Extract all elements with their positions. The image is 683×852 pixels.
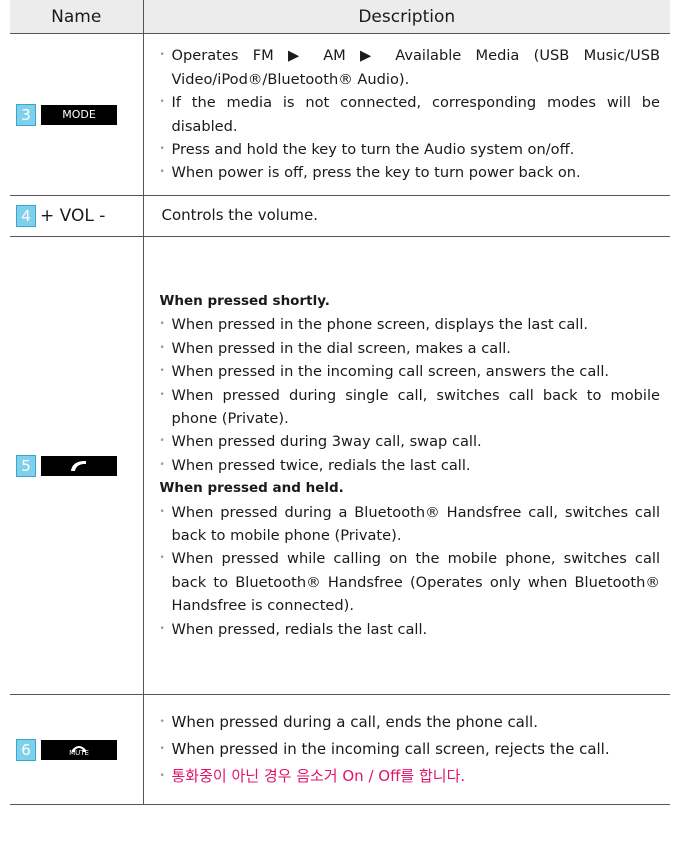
- list-item: If the media is not connected, correspon…: [160, 91, 661, 138]
- list-item: When pressed in the phone screen, displa…: [160, 313, 661, 337]
- table-row: 4 + VOL - Controls the volume.: [10, 195, 670, 237]
- column-header-name: Name: [10, 0, 144, 34]
- list-item: When pressed during a Bluetooth® Handsfr…: [160, 501, 661, 548]
- description-cell: Operates FM ▶ AM ▶ Available Media (USB …: [143, 33, 670, 196]
- list-item: When pressed in the dial screen, makes a…: [160, 337, 661, 361]
- item-number: 5: [16, 454, 36, 477]
- name-cell: 6 MUTE: [10, 694, 144, 805]
- key-description-table: Name Description 3MODE Operates FM ▶ AM …: [10, 0, 670, 805]
- list-item: Operates FM ▶ AM ▶ Available Media (USB …: [160, 44, 661, 91]
- name-cell: 4 + VOL -: [10, 195, 144, 237]
- description-cell: When pressed during a call, ends the pho…: [143, 694, 670, 805]
- mode-key: MODE: [41, 104, 117, 125]
- section-heading: When pressed shortly.: [159, 292, 330, 309]
- item-number: 4: [16, 205, 36, 227]
- list-item: When pressed while calling on the mobile…: [160, 547, 661, 617]
- table-row: 6 MUTE When pressed during a call, ends t…: [10, 694, 670, 805]
- description-cell: When pressed shortly. When pressed in th…: [143, 236, 670, 695]
- item-number: 6: [16, 738, 36, 761]
- item-number: 3: [16, 103, 36, 126]
- list-item: When pressed, redials the last call.: [160, 618, 661, 642]
- list-item: When pressed in the incoming call screen…: [160, 736, 661, 763]
- list-item: When power is off, press the key to turn…: [160, 161, 661, 185]
- volume-key: + VOL -: [40, 206, 106, 226]
- section-heading: When pressed and held.: [159, 480, 344, 497]
- column-header-description: Description: [143, 0, 670, 34]
- name-cell: 3 MODE: [10, 33, 144, 196]
- table-row: 5 When pressed shortly. When pressed in …: [10, 236, 670, 695]
- name-cell: 5: [10, 236, 144, 695]
- list-item: When pressed twice, redials the last cal…: [160, 454, 661, 478]
- phone-call-icon: [71, 460, 86, 471]
- list-item: Press and hold the key to turn the Audio…: [160, 138, 661, 162]
- list-item: When pressed during single call, switche…: [160, 384, 661, 431]
- list-item: 통화중이 아닌 경우 음소거 On / Off를 합니다.: [160, 763, 661, 790]
- description-text: Controls the volume.: [161, 206, 319, 225]
- table-row: 3MODE Operates FM ▶ AM ▶ Available Media…: [10, 33, 670, 196]
- mute-label: MUTE: [69, 748, 89, 757]
- phone-call-key: [41, 455, 117, 476]
- list-item: When pressed during a call, ends the pho…: [160, 709, 661, 736]
- end-call-mute-key: MUTE: [41, 739, 117, 760]
- list-item: When pressed during 3way call, swap call…: [160, 430, 661, 454]
- description-cell: Controls the volume.: [143, 195, 670, 237]
- list-item: When pressed in the incoming call screen…: [160, 360, 661, 384]
